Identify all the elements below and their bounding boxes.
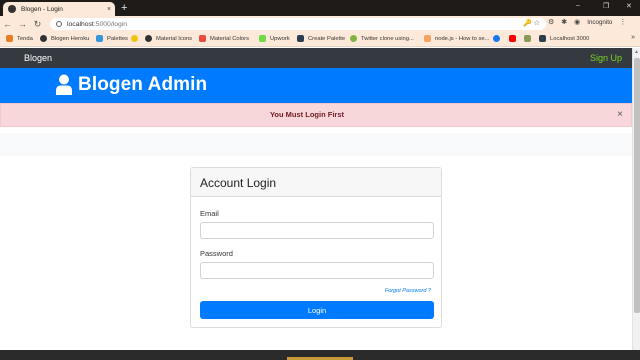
new-tab-button[interactable]: +: [121, 1, 127, 15]
material-colors-icon: [199, 35, 206, 42]
github-icon: [40, 35, 47, 42]
close-window-button[interactable]: ✕: [626, 2, 632, 10]
bookmarks-bar: Tenda Blogen Heroku Palettes Material Ic…: [0, 32, 640, 47]
bookmark-unnamed-2[interactable]: [524, 35, 535, 42]
os-taskbar: [0, 350, 640, 360]
bookmark-material-icons[interactable]: Material Icons: [145, 35, 192, 42]
forgot-password-link[interactable]: Forgot Password ?: [385, 288, 431, 294]
emoji-icon: [131, 35, 138, 42]
scroll-up-icon[interactable]: ▲: [634, 49, 639, 55]
tab-close-icon[interactable]: ×: [103, 6, 115, 13]
email-field[interactable]: [200, 222, 434, 239]
section-strip: [0, 133, 632, 156]
browser-toolbar: ← → ↻ localhost:5000/login 🔑 ☆ ⚙ ✱ ◉ Inc…: [0, 16, 640, 32]
bookmark-upwork[interactable]: Upwork: [259, 35, 290, 42]
puzzle-icon[interactable]: ✱: [561, 18, 567, 26]
tab-title: Blogen - Login: [21, 5, 63, 13]
bookmark-twitter-clone[interactable]: Twitter clone using...: [350, 35, 414, 42]
browser-tab[interactable]: Blogen - Login ×: [3, 2, 115, 16]
bookmark-unnamed[interactable]: [131, 35, 142, 42]
palettes-icon: [96, 35, 103, 42]
bookmark-youtube[interactable]: [509, 35, 520, 42]
extension-icon[interactable]: ⚙: [548, 18, 554, 26]
alert-message: You Must Login First: [269, 110, 345, 119]
upwork-icon: [259, 35, 266, 42]
page-scrollbar[interactable]: ▲: [632, 48, 640, 350]
bookmark-tenda[interactable]: Tenda: [6, 35, 33, 42]
twitter-clone-icon: [350, 35, 357, 42]
tenda-icon: [6, 35, 13, 42]
bookmark-create-palette[interactable]: Create Palette: [297, 35, 345, 42]
url-host: localhost: [67, 20, 94, 28]
address-bar[interactable]: localhost:5000/login 🔑 ☆: [50, 18, 546, 30]
navbar-brand[interactable]: Blogen: [24, 53, 52, 63]
email-label: Email: [200, 209, 219, 218]
localhost-icon: [539, 35, 546, 42]
menu-dots-icon[interactable]: ⋮: [619, 18, 626, 26]
site-info-icon[interactable]: [56, 21, 62, 27]
palette-icon: [297, 35, 304, 42]
alert-close-icon[interactable]: ×: [617, 109, 623, 120]
scroll-thumb[interactable]: [634, 58, 640, 313]
person-icon: [524, 35, 531, 42]
github-icon: [145, 35, 152, 42]
page-title: Blogen Admin: [78, 74, 208, 95]
tab-favicon-icon: [8, 5, 16, 13]
user-icon: [56, 74, 72, 95]
card-title: Account Login: [191, 168, 441, 197]
bookmark-blogen-heroku[interactable]: Blogen Heroku: [40, 35, 89, 42]
password-label: Password: [200, 249, 233, 258]
url-path: :5000/login: [93, 20, 128, 28]
incognito-label: Incognito: [587, 18, 613, 26]
browser-titlebar: Blogen - Login × + – ❐ ✕: [0, 0, 640, 16]
login-card: Account Login Email Password Forgot Pass…: [190, 167, 442, 328]
folder-icon: [424, 35, 431, 42]
login-required-alert: You Must Login First ×: [0, 103, 632, 127]
youtube-icon: [509, 35, 516, 42]
reload-icon[interactable]: ↻: [30, 19, 45, 30]
back-arrow-icon[interactable]: ←: [0, 19, 15, 29]
bookmark-nodejs[interactable]: node.js - How to se...: [424, 35, 489, 42]
forward-arrow-icon[interactable]: →: [15, 19, 30, 29]
password-field[interactable]: [200, 262, 434, 279]
bookmark-palettes[interactable]: Palettes: [96, 35, 128, 42]
minimize-button[interactable]: –: [576, 2, 580, 9]
incognito-icon[interactable]: ◉: [574, 18, 580, 26]
page-header: Blogen Admin: [0, 68, 632, 103]
bookmark-material-colors[interactable]: Material Colors: [199, 35, 249, 42]
bookmark-star-icon[interactable]: 🔑 ☆: [523, 19, 540, 27]
restore-button[interactable]: ❐: [603, 2, 609, 10]
bookmark-facebook[interactable]: [493, 35, 504, 42]
bookmarks-more-icon[interactable]: »: [631, 34, 635, 41]
login-button[interactable]: Login: [200, 301, 434, 319]
bookmark-localhost-3000[interactable]: Localhost 3000: [539, 35, 589, 42]
signup-link[interactable]: Sign Up: [590, 53, 622, 63]
app-navbar: Blogen Sign Up: [0, 48, 632, 68]
facebook-icon: [493, 35, 500, 42]
